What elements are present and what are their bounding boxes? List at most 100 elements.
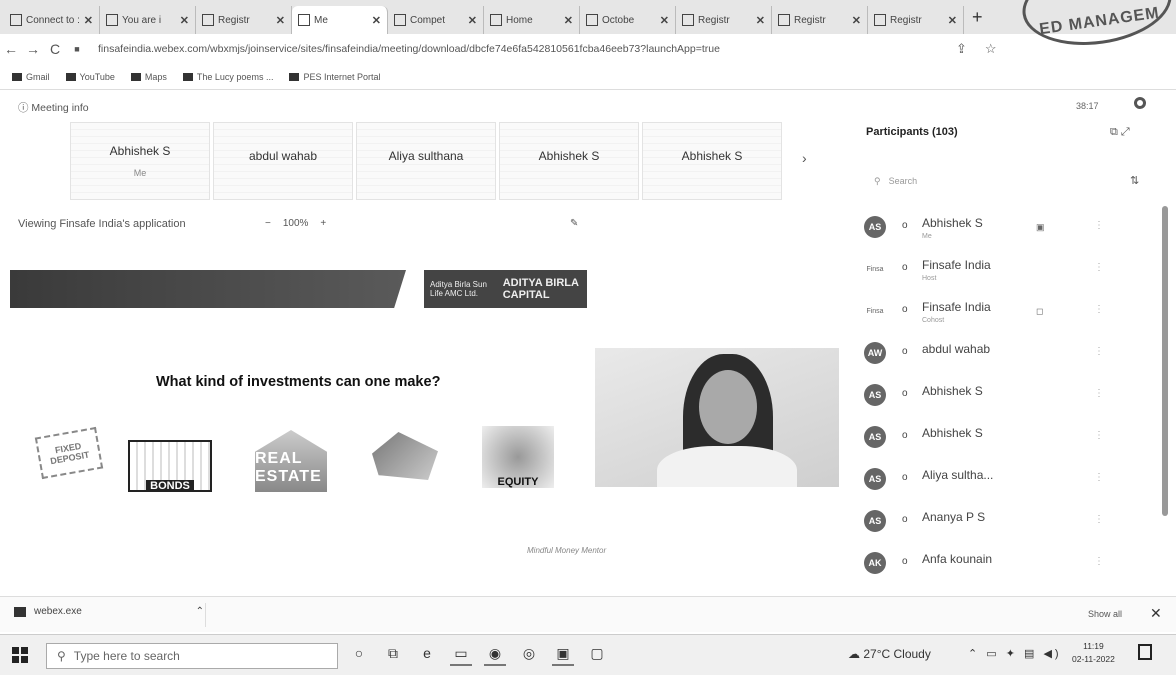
browser-tab[interactable]: Registr ✕ [196,6,292,34]
tab-close-icon[interactable]: ✕ [84,14,93,27]
popout-icon[interactable]: ⧉ ⤢ [1110,126,1130,139]
bookmark-item[interactable]: Maps [130,72,167,82]
bookmark-item[interactable]: The Lucy poems ... [182,72,273,82]
notification-icon[interactable] [1138,644,1152,660]
lock-icon[interactable]: ■ [66,44,88,54]
tab-label: Connect to : [26,14,80,26]
mic-icon[interactable]: o [902,514,908,525]
share-icon[interactable]: ⇪ [956,41,967,57]
participants-scrollbar[interactable] [1162,206,1168,516]
url-field[interactable]: finsafeindia.webex.com/wbxmjs/joinservic… [98,43,938,55]
more-options-icon[interactable]: ⋮ [1094,262,1104,273]
participant-row[interactable]: AS o Aliya sultha... ⋮ [864,460,1154,502]
edge-icon[interactable]: e [416,642,438,666]
participant-row[interactable]: Finsa o Finsafe India Cohost ◻ ⋮ [864,292,1154,334]
participant-row[interactable]: AK o Anfa kounain ⋮ [864,544,1154,586]
participant-tile[interactable]: abdul wahab [213,122,353,200]
tiles-next-button[interactable]: › [802,150,807,166]
bookmark-item[interactable]: YouTube [65,72,115,82]
tab-close-icon[interactable]: ✕ [660,14,669,27]
zoom-in-button[interactable]: + [320,218,326,229]
system-tray[interactable]: ⌃ ▭ ✦ ▤ ◀) [968,647,1062,660]
file-explorer-icon[interactable]: ▭ [450,642,472,666]
chevron-up-icon[interactable]: ⌃ [196,606,204,617]
mic-icon[interactable]: o [902,430,908,441]
download-item[interactable]: webex.exe ⌃ [14,606,204,617]
browser-tab[interactable]: Compet ✕ [388,6,484,34]
windows-start-icon[interactable] [12,647,28,663]
more-options-icon[interactable]: ⋮ [1094,430,1104,441]
taskbar-search-input[interactable]: Type here to search [74,649,180,663]
mic-icon[interactable]: o [902,346,908,357]
new-tab-button[interactable]: + [964,7,991,28]
browser-tab[interactable]: Connect to : ✕ [4,6,100,34]
participant-row[interactable]: AS o Abhishek S Me ▣ ⋮ [864,208,1154,250]
participant-row[interactable]: AS o Abhishek S ⋮ [864,418,1154,460]
bookmark-item[interactable]: PES Internet Portal [289,72,381,82]
back-icon[interactable]: ← [0,41,22,57]
sort-icon[interactable]: ⇅ [1130,174,1139,187]
participant-row[interactable]: AW o abdul wahab ⋮ [864,334,1154,376]
annotate-icon[interactable]: ✎ [570,218,578,229]
browser-tab[interactable]: Registr ✕ [772,6,868,34]
tab-close-icon[interactable]: ✕ [372,14,381,27]
browser-tab[interactable]: Me ✕ [292,6,388,34]
close-icon[interactable]: ✕ [1150,605,1162,622]
participant-row[interactable]: AS o Abhishek S ⋮ [864,376,1154,418]
mic-icon[interactable]: o [902,388,908,399]
participant-tile[interactable]: Abhishek S Me [70,122,210,200]
chrome-profile-icon[interactable]: ◎ [518,642,540,666]
taskbar: ⚲ Type here to search ○ ⧉ e ▭ ◉ ◎ ▣ ▢ ☁ … [0,634,1176,675]
tab-close-icon[interactable]: ✕ [564,14,573,27]
participants-search[interactable]: ⚲ Search [874,176,1054,187]
tab-close-icon[interactable]: ✕ [180,14,189,27]
more-options-icon[interactable]: ⋮ [1094,556,1104,567]
reload-icon[interactable]: C [44,41,66,57]
webex-app-icon[interactable]: ▣ [552,642,574,666]
app-icon[interactable]: ▢ [586,642,608,666]
presenter-video[interactable] [595,348,839,487]
tab-close-icon[interactable]: ✕ [276,14,285,27]
participant-tile[interactable]: Abhishek S [499,122,639,200]
chrome-icon[interactable]: ◉ [484,642,506,666]
more-options-icon[interactable]: ⋮ [1094,514,1104,525]
participant-tile[interactable]: Aliya sulthana [356,122,496,200]
bookmark-item[interactable]: Gmail [12,72,50,82]
browser-tab[interactable]: Registr ✕ [676,6,772,34]
tab-close-icon[interactable]: ✕ [948,14,957,27]
browser-tab[interactable]: Registr ✕ [868,6,964,34]
participant-row[interactable]: AS o Ananya P S ⋮ [864,502,1154,544]
zoom-out-button[interactable]: − [265,218,271,229]
more-options-icon[interactable]: ⋮ [1094,346,1104,357]
meeting-info-link[interactable]: ⓘ Meeting info [18,100,89,115]
mic-icon[interactable]: o [902,262,908,273]
mic-icon[interactable]: o [902,472,908,483]
clock[interactable]: 11:19 02-11-2022 [1072,640,1115,666]
tab-close-icon[interactable]: ✕ [468,14,477,27]
mic-icon[interactable]: o [902,220,908,231]
bookmark-star-icon[interactable]: ☆ [985,41,997,57]
more-options-icon[interactable]: ⋮ [1094,472,1104,483]
participants-search-input[interactable]: Search [889,176,918,187]
browser-tab[interactable]: Octobe ✕ [580,6,676,34]
weather-widget[interactable]: ☁ 27°C Cloudy [848,647,931,661]
tab-close-icon[interactable]: ✕ [756,14,765,27]
taskbar-search[interactable]: ⚲ Type here to search [46,643,338,669]
mic-icon[interactable]: o [902,556,908,567]
browser-tab[interactable]: Home ✕ [484,6,580,34]
participant-tile[interactable]: Abhishek S [642,122,782,200]
mic-icon[interactable]: o [902,304,908,315]
tab-close-icon[interactable]: ✕ [852,14,861,27]
participant-row[interactable]: Finsa o Finsafe India Host ⋮ [864,250,1154,292]
more-options-icon[interactable]: ⋮ [1094,220,1104,231]
more-options-icon[interactable]: ⋮ [1094,388,1104,399]
cortana-icon[interactable]: ○ [348,642,370,666]
participant-name: Ananya P S [922,510,986,524]
show-all-button[interactable]: Show all [1088,609,1122,619]
forward-icon[interactable]: → [22,41,44,57]
slide-header-band [10,270,406,308]
browser-tab[interactable]: You are i ✕ [100,6,196,34]
avatar: AS [864,384,886,406]
task-view-icon[interactable]: ⧉ [382,642,404,666]
more-options-icon[interactable]: ⋮ [1094,304,1104,315]
